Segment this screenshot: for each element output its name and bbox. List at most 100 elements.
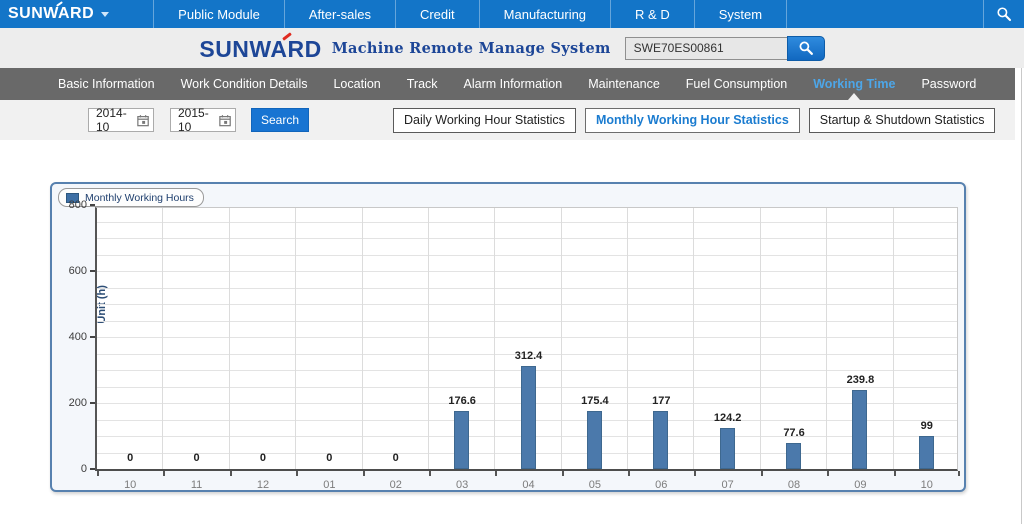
x-axis-category-label: 10 <box>100 479 160 491</box>
topnav-item-credit[interactable]: Credit <box>395 0 479 28</box>
x-axis-category-label: 03 <box>432 479 492 491</box>
topnav-item-after-sales[interactable]: After-sales <box>284 0 395 28</box>
y-axis-label: 800 <box>53 199 87 211</box>
section-tabs: Basic InformationWork Condition DetailsL… <box>0 68 1015 100</box>
gridline-horizontal <box>97 304 957 305</box>
bar-value-label: 0 <box>231 452 295 464</box>
bar-value-label: 0 <box>98 452 162 464</box>
x-axis-category-label: 10 <box>897 479 957 491</box>
stat-button-daily-working-hour-statistics[interactable]: Daily Working Hour Statistics <box>393 108 576 133</box>
y-axis-label: 0 <box>53 463 87 475</box>
sunward-logo-small[interactable]: SUNWARD <box>0 0 119 28</box>
chevron-down-icon <box>101 12 109 17</box>
stat-button-startup-shutdown-statistics[interactable]: Startup & Shutdown Statistics <box>809 108 996 133</box>
gridline-horizontal <box>97 271 957 272</box>
gridline-horizontal <box>97 321 957 322</box>
x-axis-tick <box>495 471 497 476</box>
y-axis-tick <box>90 204 95 206</box>
bar-value-label: 0 <box>165 452 229 464</box>
x-axis-tick <box>296 471 298 476</box>
date-from-input[interactable]: 2014-10 <box>88 108 154 132</box>
x-axis-category-label: 08 <box>764 479 824 491</box>
tab-track[interactable]: Track <box>394 68 451 100</box>
bar <box>653 411 668 469</box>
stat-button-monthly-working-hour-statistics[interactable]: Monthly Working Hour Statistics <box>585 108 800 133</box>
y-axis-tick <box>90 402 95 404</box>
search-icon <box>996 6 1012 22</box>
x-axis-category-label: 02 <box>366 479 426 491</box>
bar-value-label: 0 <box>297 452 361 464</box>
machine-search-group <box>625 36 825 61</box>
app-header: SUNWARD Machine Remote Manage System <box>0 28 1024 68</box>
bar-value-label: 124.2 <box>696 412 760 424</box>
calendar-icon[interactable] <box>219 114 231 127</box>
x-axis-category-label: 05 <box>565 479 625 491</box>
machine-id-input[interactable] <box>625 37 787 60</box>
x-axis-tick <box>163 471 165 476</box>
tab-fuel-consumption[interactable]: Fuel Consumption <box>673 68 800 100</box>
date-from-value: 2014-10 <box>96 106 137 134</box>
gridline-vertical <box>760 208 761 469</box>
tab-working-time[interactable]: Working Time <box>800 68 908 100</box>
calendar-icon[interactable] <box>137 114 149 127</box>
gridline-vertical <box>893 208 894 469</box>
filter-toolbar: 2014-10 2015-10 Search Daily Working Hou… <box>0 100 1015 140</box>
page-title: Machine Remote Manage System <box>332 40 611 57</box>
search-button[interactable]: Search <box>251 108 309 132</box>
gridline-vertical <box>494 208 495 469</box>
x-axis-category-label: 04 <box>499 479 559 491</box>
machine-search-button[interactable] <box>787 36 825 61</box>
y-axis-label: 600 <box>53 265 87 277</box>
topnav-item-manufacturing[interactable]: Manufacturing <box>479 0 610 28</box>
gridline-vertical <box>627 208 628 469</box>
tab-password[interactable]: Password <box>908 68 989 100</box>
date-to-input[interactable]: 2015-10 <box>170 108 236 132</box>
bar-chart-plot-area: Unit (h) 0200400600800010011012001002176… <box>95 207 958 471</box>
x-axis-tick <box>694 471 696 476</box>
topnav-item-r-d[interactable]: R & D <box>610 0 694 28</box>
global-search-button[interactable] <box>983 0 1024 28</box>
tab-basic-information[interactable]: Basic Information <box>45 68 168 100</box>
x-axis-tick <box>363 471 365 476</box>
gridline-vertical <box>693 208 694 469</box>
x-axis-tick <box>230 471 232 476</box>
legend-label: Monthly Working Hours <box>85 192 194 204</box>
top-navigation-bar: SUNWARD Public ModuleAfter-salesCreditMa… <box>0 0 1024 28</box>
statistics-button-group: Daily Working Hour Statistics Monthly Wor… <box>393 108 995 133</box>
bar-value-label: 0 <box>364 452 428 464</box>
logo-text: SUNWARD <box>8 5 94 23</box>
x-axis-tick <box>894 471 896 476</box>
y-axis-tick <box>90 468 95 470</box>
tab-alarm-information[interactable]: Alarm Information <box>451 68 576 100</box>
search-icon <box>798 40 814 56</box>
y-axis-label: 200 <box>53 397 87 409</box>
x-axis-category-label: 01 <box>299 479 359 491</box>
x-axis-category-label: 12 <box>233 479 293 491</box>
x-axis-category-label: 11 <box>167 479 227 491</box>
topnav-item-system[interactable]: System <box>694 0 787 28</box>
bar <box>454 411 469 469</box>
logo-text: SUNWARD <box>199 36 321 62</box>
y-axis-label: 400 <box>53 331 87 343</box>
topnav-menu: Public ModuleAfter-salesCreditManufactur… <box>153 0 787 28</box>
x-axis-tick <box>628 471 630 476</box>
x-axis-tick <box>429 471 431 476</box>
x-axis-tick <box>958 471 960 476</box>
gridline-vertical <box>826 208 827 469</box>
x-axis-category-label: 06 <box>631 479 691 491</box>
sunward-logo-large: SUNWARD <box>199 33 321 63</box>
tab-maintenance[interactable]: Maintenance <box>575 68 673 100</box>
gridline-vertical <box>162 208 163 469</box>
tab-location[interactable]: Location <box>320 68 393 100</box>
window-edge-divider <box>1021 68 1022 524</box>
gridline-horizontal <box>97 222 957 223</box>
bar-value-label: 312.4 <box>497 350 561 362</box>
gridline-vertical <box>229 208 230 469</box>
x-axis-tick <box>761 471 763 476</box>
bar <box>919 436 934 469</box>
topnav-item-public-module[interactable]: Public Module <box>153 0 284 28</box>
y-axis-tick <box>90 336 95 338</box>
gridline-horizontal <box>97 255 957 256</box>
tab-work-condition-details[interactable]: Work Condition Details <box>168 68 321 100</box>
bar-value-label: 175.4 <box>563 395 627 407</box>
